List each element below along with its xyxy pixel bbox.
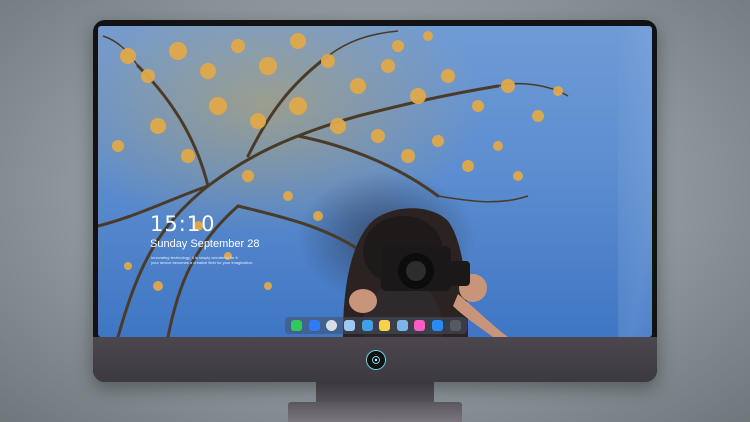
music-icon[interactable] [414, 320, 426, 331]
desktop-screen: 15:10 Sunday September 28 Innovating tec… [98, 26, 652, 337]
lock-quote-line2: your device becomes a creative field for… [151, 260, 254, 265]
app-store-icon[interactable] [432, 320, 444, 331]
camera-icon[interactable] [449, 320, 461, 331]
monitor-stand-base [288, 402, 462, 422]
messages-icon[interactable] [291, 320, 303, 331]
monitor-stand-neck [316, 382, 434, 404]
brand-logo-icon [366, 350, 386, 370]
lock-date: Sunday September 28 [150, 238, 260, 250]
safari-icon[interactable] [326, 320, 338, 331]
photos-icon[interactable] [344, 320, 356, 331]
lock-quote: Innovating technology, it is simply wond… [151, 255, 266, 265]
wallpaper-illustration [98, 30, 569, 337]
dock [285, 317, 467, 334]
files-icon[interactable] [308, 320, 320, 331]
clapper-icon[interactable] [361, 320, 373, 331]
screen-glare [618, 26, 652, 337]
lock-clock: 15:10 [150, 212, 216, 236]
notes-icon[interactable] [379, 320, 391, 331]
preview-icon[interactable] [396, 320, 408, 331]
